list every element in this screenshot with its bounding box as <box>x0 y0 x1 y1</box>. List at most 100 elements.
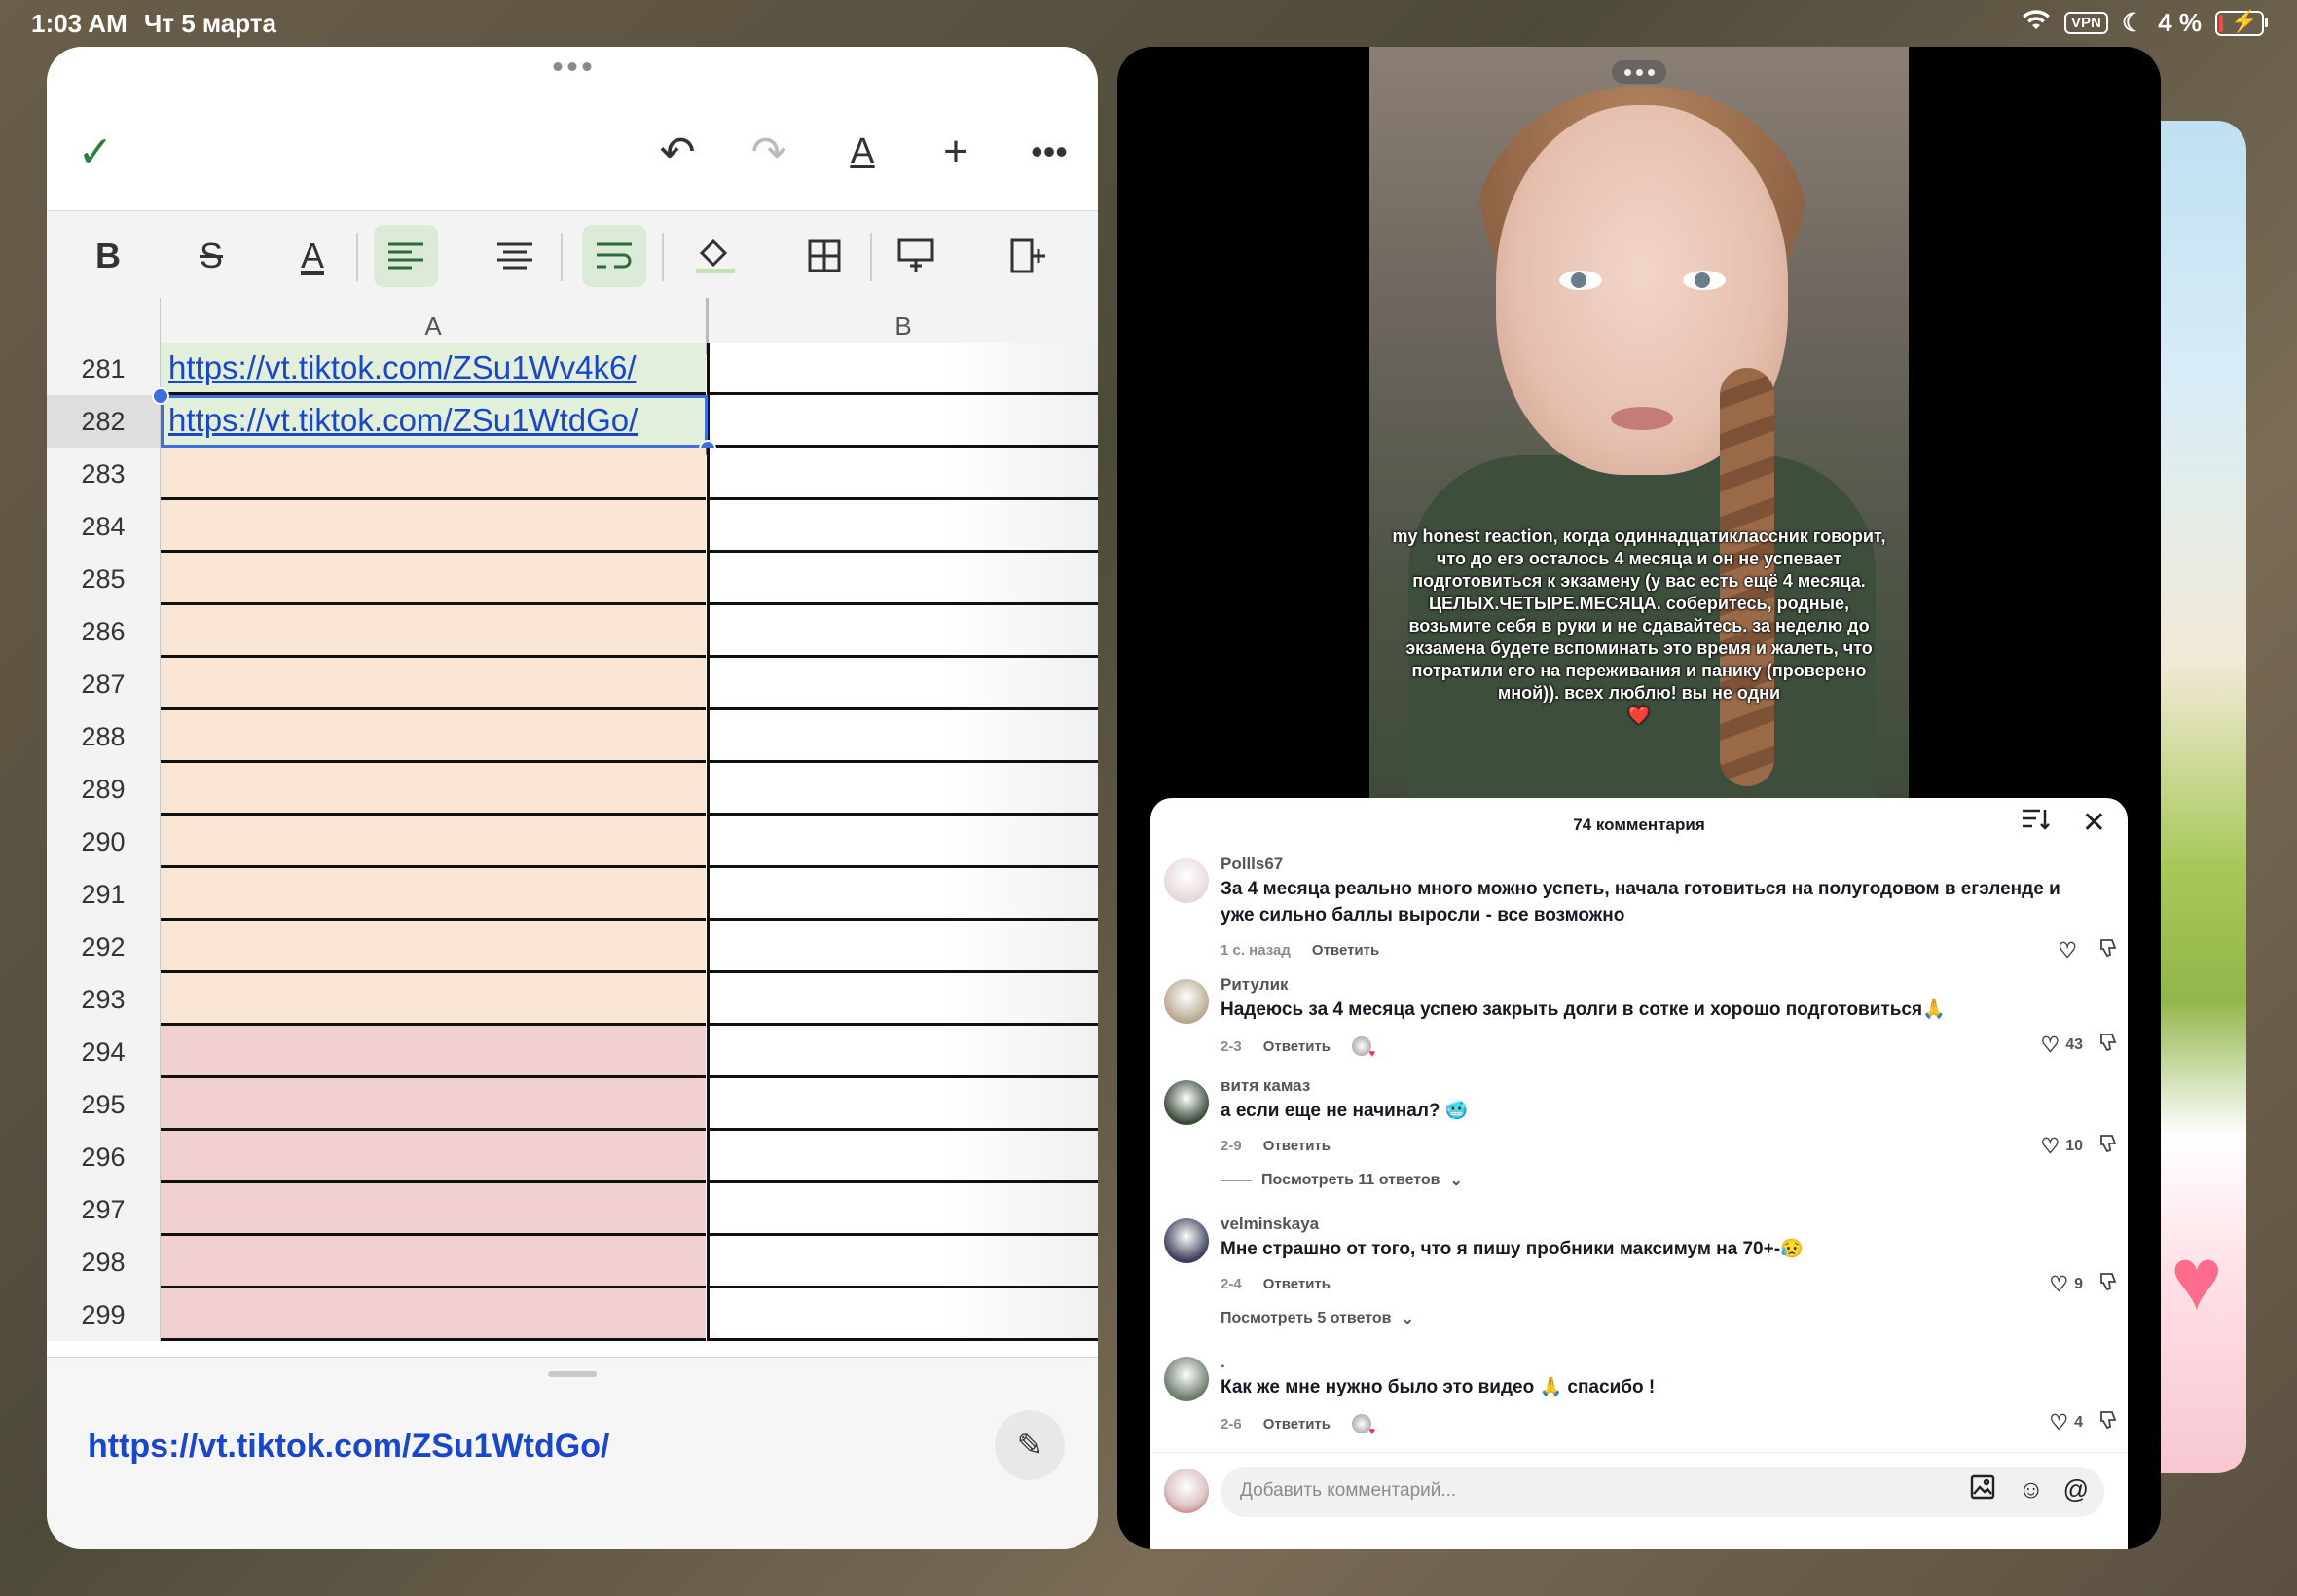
cell-a[interactable] <box>161 500 706 553</box>
comment-username[interactable]: Ритулик <box>1221 975 1289 995</box>
row-number[interactable]: 290 <box>47 816 161 868</box>
row-number[interactable]: 281 <box>47 343 161 395</box>
insert-row-button[interactable] <box>884 225 948 287</box>
comment-input[interactable]: Добавить комментарий... ☺ @ <box>1221 1467 2104 1517</box>
cell-b[interactable] <box>707 658 1098 710</box>
table-row[interactable]: 298 <box>47 1236 1098 1288</box>
align-center-button[interactable] <box>483 225 547 287</box>
row-number[interactable]: 282 <box>47 395 161 448</box>
view-replies-button[interactable]: Посмотреть 11 ответов ⌄ <box>1221 1171 1463 1190</box>
cell-a[interactable] <box>161 973 706 1026</box>
table-row[interactable]: 281 https://vt.tiktok.com/ZSu1Wv4k6/ <box>47 343 1098 395</box>
like-button[interactable]: ♡ 9 <box>2049 1272 2083 1297</box>
align-left-button[interactable] <box>374 225 438 287</box>
window-multitasking-handle[interactable] <box>553 62 592 71</box>
undo-icon[interactable]: ↶ <box>648 123 707 181</box>
text-color-button[interactable]: A <box>280 225 345 287</box>
like-button[interactable]: ♡ 10 <box>2040 1134 2083 1159</box>
row-number[interactable]: 291 <box>47 868 161 921</box>
dislike-icon[interactable] <box>2098 1410 2118 1435</box>
cell-a[interactable] <box>161 1183 706 1236</box>
reply-button[interactable]: Ответить <box>1312 942 1379 959</box>
table-row[interactable]: 294 <box>47 1026 1098 1078</box>
cell-a[interactable] <box>161 710 706 763</box>
row-number[interactable]: 297 <box>47 1183 161 1236</box>
comment-avatar[interactable] <box>1164 1080 1209 1125</box>
cell-contents-text[interactable]: https://vt.tiktok.com/ZSu1WtdGo/ <box>88 1428 609 1466</box>
row-number[interactable]: 283 <box>47 448 161 500</box>
strikethrough-button[interactable]: S <box>179 225 243 287</box>
comment-avatar[interactable] <box>1164 1218 1209 1263</box>
table-row[interactable]: 296 <box>47 1131 1098 1183</box>
cell-a[interactable]: https://vt.tiktok.com/ZSu1WtdGo/ <box>161 395 706 448</box>
cell-a[interactable] <box>161 1288 706 1341</box>
spreadsheet-window[interactable]: ✓ ↶ ↷ A + ••• B S A A B 281 https://vt.t… <box>47 47 1098 1549</box>
cell-b[interactable] <box>707 816 1098 868</box>
row-number[interactable]: 298 <box>47 1236 161 1288</box>
view-replies-button[interactable]: Посмотреть 5 ответов ⌄ <box>1221 1309 1414 1328</box>
cell-a[interactable] <box>161 816 706 868</box>
bold-button[interactable]: B <box>76 225 140 287</box>
comment-avatar[interactable] <box>1164 1357 1209 1401</box>
cell-a[interactable] <box>161 605 706 658</box>
comment-username[interactable]: витя камаз <box>1221 1076 1310 1096</box>
more-options-icon[interactable]: ••• <box>1020 123 1078 181</box>
row-number[interactable]: 287 <box>47 658 161 710</box>
cell-b[interactable] <box>707 973 1098 1026</box>
table-row[interactable]: 295 <box>47 1078 1098 1131</box>
table-row[interactable]: 293 <box>47 973 1098 1026</box>
cell-a[interactable] <box>161 658 706 710</box>
cell-b[interactable] <box>707 1131 1098 1183</box>
cell-a[interactable] <box>161 1236 706 1288</box>
table-row[interactable]: 282 https://vt.tiktok.com/ZSu1WtdGo/ <box>47 395 1098 448</box>
window-multitasking-handle[interactable] <box>1612 60 1666 84</box>
cell-b[interactable] <box>707 921 1098 973</box>
table-row[interactable]: 299 <box>47 1288 1098 1341</box>
cell-a[interactable] <box>161 921 706 973</box>
cell-b[interactable] <box>707 553 1098 605</box>
image-icon[interactable] <box>1970 1474 1995 1506</box>
cell-b[interactable] <box>707 1078 1098 1131</box>
table-row[interactable]: 292 <box>47 921 1098 973</box>
mention-icon[interactable]: @ <box>2063 1474 2089 1505</box>
dislike-icon[interactable] <box>2098 1033 2118 1058</box>
row-number[interactable]: 295 <box>47 1078 161 1131</box>
table-row[interactable]: 289 <box>47 763 1098 816</box>
cell-b[interactable] <box>707 448 1098 500</box>
reply-button[interactable]: Ответить <box>1263 1138 1331 1154</box>
table-row[interactable]: 288 <box>47 710 1098 763</box>
selection-handle-start[interactable] <box>152 387 169 405</box>
table-row[interactable]: 290 <box>47 816 1098 868</box>
insert-plus-icon[interactable]: + <box>927 123 985 181</box>
edit-pencil-button[interactable]: ✎ <box>995 1410 1065 1480</box>
cell-a[interactable] <box>161 1078 706 1131</box>
row-number[interactable]: 296 <box>47 1131 161 1183</box>
row-number[interactable]: 289 <box>47 763 161 816</box>
close-comments-icon[interactable]: ✕ <box>2082 806 2106 840</box>
cell-b[interactable] <box>707 1236 1098 1288</box>
reply-button[interactable]: Ответить <box>1263 1038 1331 1055</box>
cell-link[interactable]: https://vt.tiktok.com/ZSu1WtdGo/ <box>168 402 638 439</box>
emoji-sticker-icon[interactable]: ☺ <box>2018 1474 2044 1505</box>
cell-b[interactable] <box>707 1288 1098 1341</box>
cell-link[interactable]: https://vt.tiktok.com/ZSu1Wv4k6/ <box>168 349 636 386</box>
table-row[interactable]: 285 <box>47 553 1098 605</box>
table-row[interactable]: 284 <box>47 500 1098 553</box>
like-button[interactable]: ♡ 43 <box>2040 1033 2083 1058</box>
cell-b[interactable] <box>707 395 1098 448</box>
cell-a[interactable]: https://vt.tiktok.com/ZSu1Wv4k6/ <box>161 343 706 395</box>
cell-b[interactable] <box>707 710 1098 763</box>
table-row[interactable]: 297 <box>47 1183 1098 1236</box>
row-number[interactable]: 286 <box>47 605 161 658</box>
cell-b[interactable] <box>707 763 1098 816</box>
dislike-icon[interactable] <box>2098 938 2118 963</box>
cell-b[interactable] <box>707 868 1098 921</box>
reply-button[interactable]: Ответить <box>1263 1416 1331 1433</box>
comment-avatar[interactable] <box>1164 979 1209 1024</box>
like-button[interactable]: ♡ <box>2058 938 2083 963</box>
cell-a[interactable] <box>161 448 706 500</box>
cell-a[interactable] <box>161 868 706 921</box>
comment-avatar[interactable] <box>1164 858 1209 903</box>
borders-button[interactable] <box>792 225 857 287</box>
table-row[interactable]: 283 <box>47 448 1098 500</box>
